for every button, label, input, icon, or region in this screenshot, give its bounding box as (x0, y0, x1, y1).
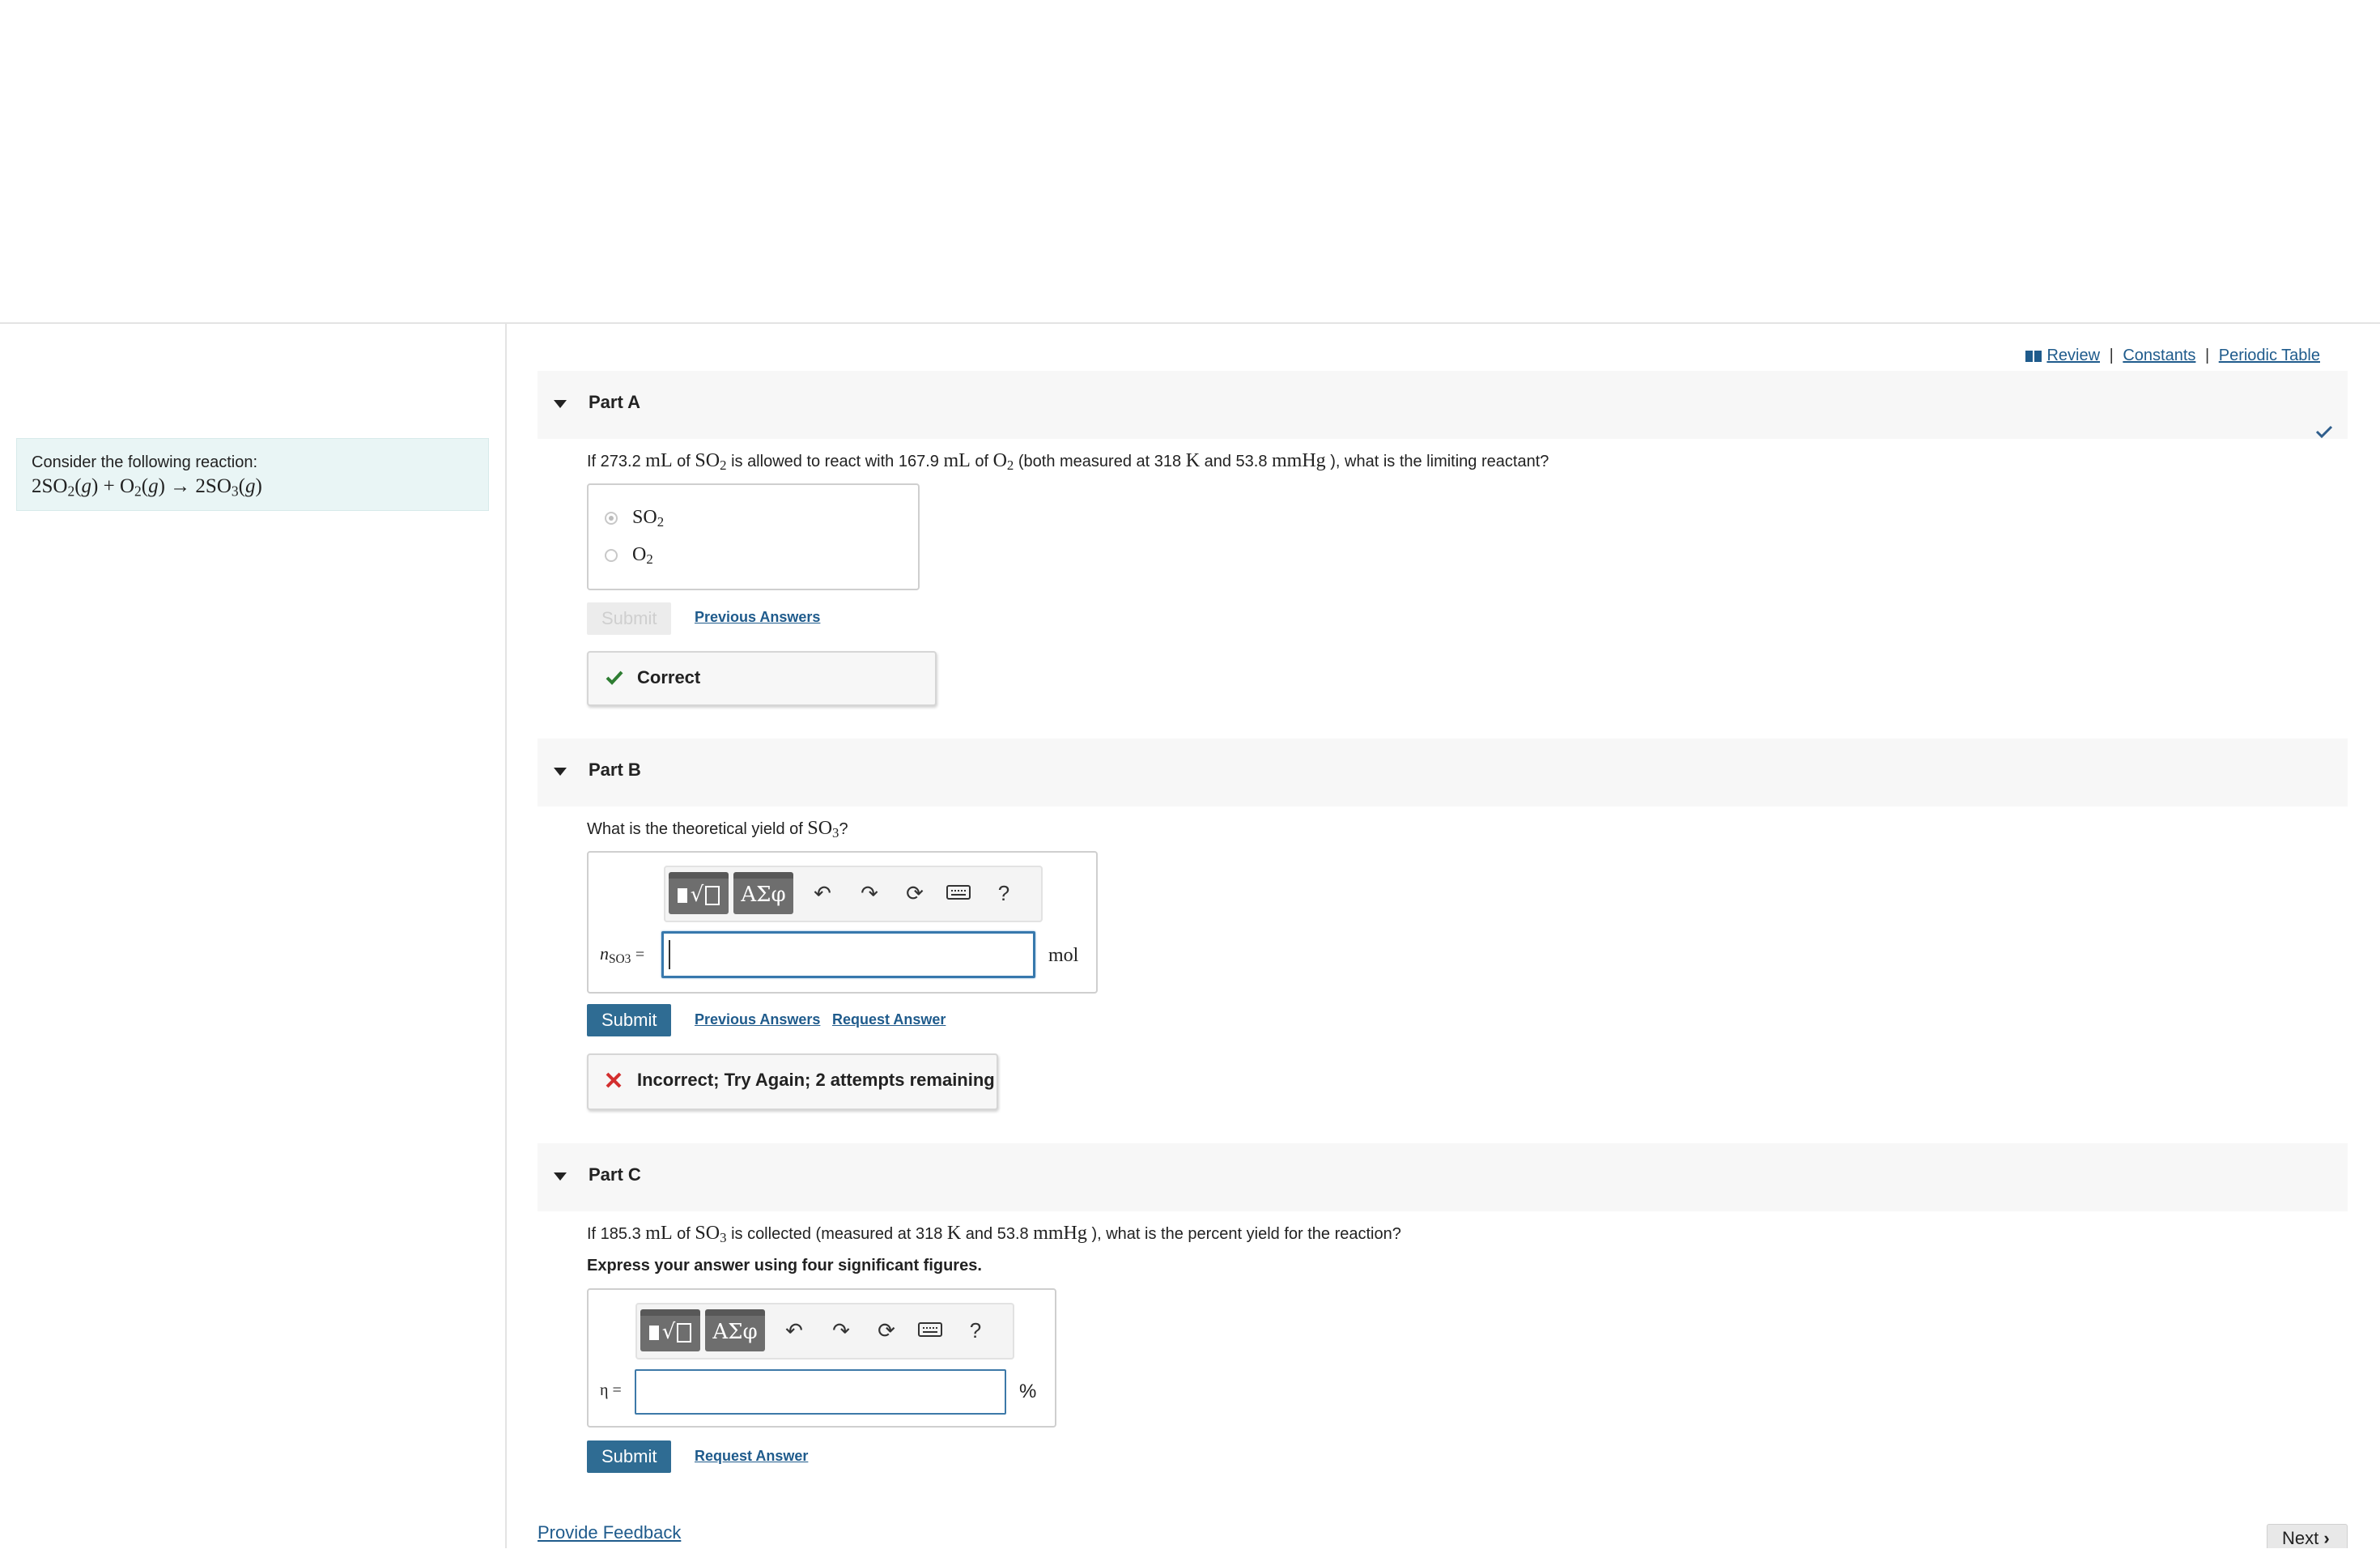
part-b-question: What is the theoretical yield of SO3? (587, 818, 848, 841)
undo-icon[interactable]: ↶ (808, 879, 837, 908)
radio-selected[interactable] (605, 511, 618, 525)
x-icon (606, 1072, 622, 1088)
keyboard-icon[interactable] (916, 1316, 945, 1345)
part-c-title: Part C (589, 1164, 641, 1185)
part-a-previous-answers-link[interactable]: Previous Answers (695, 609, 820, 626)
text-caret (669, 940, 670, 969)
option-o2[interactable]: O2 (605, 543, 653, 566)
part-c-answer-box: √ ΑΣφ ↶ ↷ ⟳ ? η = % (587, 1288, 1056, 1428)
book-icon (2025, 350, 2042, 362)
redo-icon[interactable]: ↷ (855, 879, 884, 908)
templates-button[interactable]: √ (640, 1309, 700, 1351)
separator: | (2109, 347, 2114, 364)
math-toolbar: √ ΑΣφ ↶ ↷ ⟳ ? (635, 1303, 1014, 1360)
part-a-options-box: SO2 O2 (587, 483, 920, 590)
help-button[interactable]: ? (989, 879, 1018, 908)
part-b-previous-answers-link[interactable]: Previous Answers (695, 1011, 820, 1028)
part-a-header[interactable]: Part A (538, 371, 2348, 439)
templates-button[interactable]: √ (669, 872, 729, 914)
part-b-title: Part B (589, 760, 641, 780)
top-banner-area (0, 0, 2380, 324)
reset-icon[interactable]: ⟳ (872, 1316, 901, 1345)
symbols-button[interactable]: ΑΣφ (733, 872, 793, 914)
provide-feedback-link[interactable]: Provide Feedback (538, 1522, 681, 1543)
collapse-triangle-icon[interactable] (554, 1172, 567, 1181)
part-c-header[interactable]: Part C (538, 1143, 2348, 1211)
part-c-request-answer-link[interactable]: Request Answer (695, 1448, 808, 1465)
part-a-submit-button[interactable]: Submit (587, 602, 672, 635)
part-a-title: Part A (589, 392, 640, 412)
part-b-feedback-incorrect: Incorrect; Try Again; 2 attempts remaini… (587, 1053, 998, 1110)
math-toolbar: √ ΑΣφ ↶ ↷ ⟳ ? (664, 866, 1043, 922)
collapse-triangle-icon[interactable] (554, 768, 567, 776)
chevron-right-icon: › (2323, 1528, 2330, 1548)
next-button[interactable]: Next › (2267, 1524, 2348, 1548)
symbols-button[interactable]: ΑΣφ (705, 1309, 765, 1351)
constants-link[interactable]: Constants (2123, 347, 2195, 364)
keyboard-icon[interactable] (944, 879, 973, 908)
part-b-header[interactable]: Part B (538, 738, 2348, 806)
option-so2[interactable]: SO2 (605, 506, 664, 529)
completed-check-icon (2315, 425, 2333, 439)
n-so3-input[interactable] (661, 931, 1035, 978)
part-a-feedback-correct: Correct (587, 651, 937, 706)
part-b-request-answer-link[interactable]: Request Answer (832, 1011, 946, 1028)
undo-icon[interactable]: ↶ (780, 1316, 809, 1345)
part-b-submit-button[interactable]: Submit (587, 1004, 672, 1036)
part-b-answer-box: √ ΑΣφ ↶ ↷ ⟳ ? nSO3 = mol (587, 851, 1098, 994)
part-c-submit-button[interactable]: Submit (587, 1440, 672, 1473)
eta-label: η = (600, 1381, 622, 1399)
part-c-instruction: Express your answer using four significa… (587, 1257, 982, 1275)
n-so3-label: nSO3 = (600, 943, 645, 966)
part-c-question: If 185.3 mL of SO3 is collected (measure… (587, 1223, 1401, 1246)
review-link[interactable]: Review (2046, 347, 2100, 364)
radio-unselected[interactable] (605, 548, 618, 562)
intro-text: Consider the following reaction: (32, 453, 258, 471)
intro-box: Consider the following reaction: 2SO2(g)… (16, 438, 489, 511)
intro-equation: 2SO2(g) + O2(g) → 2SO3(g) (32, 475, 262, 500)
redo-icon[interactable]: ↷ (827, 1316, 856, 1345)
unit-percent: % (1019, 1381, 1037, 1402)
collapse-triangle-icon[interactable] (554, 400, 567, 408)
unit-mol: mol (1048, 945, 1079, 966)
periodic-table-link[interactable]: Periodic Table (2219, 347, 2320, 364)
reset-icon[interactable]: ⟳ (900, 879, 929, 908)
resource-links: Review | Constants | Periodic Table (2025, 347, 2320, 365)
part-a-question: If 273.2 mL of SO2 is allowed to react w… (587, 450, 1549, 474)
separator: | (2204, 347, 2210, 364)
eta-input[interactable] (635, 1369, 1006, 1415)
check-icon (606, 670, 623, 685)
help-button[interactable]: ? (961, 1316, 990, 1345)
